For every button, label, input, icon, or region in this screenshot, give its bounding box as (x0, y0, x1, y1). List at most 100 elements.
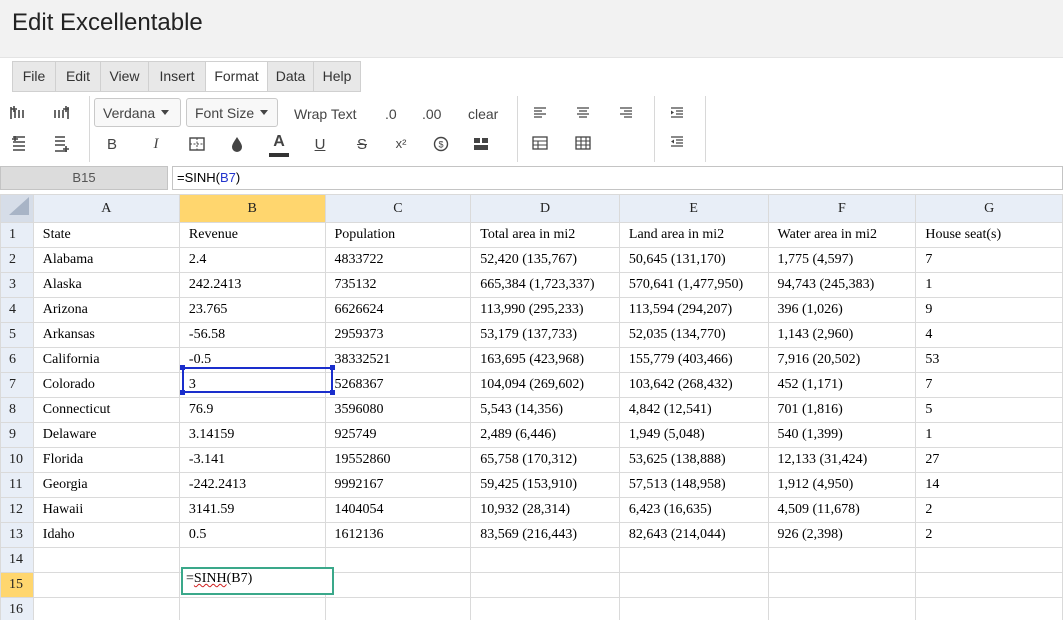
row-header[interactable]: 2 (0, 247, 34, 273)
cell-e8[interactable]: 4,842 (12,541) (618, 397, 769, 423)
cell-a15[interactable] (32, 572, 180, 598)
cell-a1[interactable]: State (32, 222, 180, 248)
cell-b4[interactable]: 23.765 (178, 297, 326, 323)
cell-c10[interactable]: 19552860 (324, 447, 472, 473)
cell-f12[interactable]: 4,509 (11,678) (767, 497, 917, 523)
cell-c13[interactable]: 1612136 (324, 522, 472, 548)
cell-g2[interactable]: 7 (915, 247, 1063, 273)
cell-g13[interactable]: 2 (915, 522, 1063, 548)
cell-c4[interactable]: 6626624 (324, 297, 472, 323)
row-header[interactable]: 14 (0, 547, 34, 573)
cell-d11[interactable]: 59,425 (153,910) (470, 472, 620, 498)
cell-g1[interactable]: House seat(s) (915, 222, 1063, 248)
row-header[interactable]: 12 (0, 497, 34, 523)
cell-b1[interactable]: Revenue (178, 222, 326, 248)
cell-d10[interactable]: 65,758 (170,312) (470, 447, 620, 473)
cell-d13[interactable]: 83,569 (216,443) (470, 522, 620, 548)
insert-row-below-icon[interactable] (50, 135, 72, 153)
currency-icon[interactable]: $ (432, 135, 450, 153)
cell-d5[interactable]: 53,179 (137,733) (470, 322, 620, 348)
cell-g16[interactable] (915, 597, 1063, 620)
cell-a3[interactable]: Alaska (32, 272, 180, 298)
cell-e12[interactable]: 6,423 (16,635) (618, 497, 769, 523)
cell-e4[interactable]: 113,594 (294,207) (618, 297, 769, 323)
cell-e6[interactable]: 155,779 (403,466) (618, 347, 769, 373)
cell-d16[interactable] (470, 597, 620, 620)
cell-a4[interactable]: Arizona (32, 297, 180, 323)
cell-a5[interactable]: Arkansas (32, 322, 180, 348)
row-header[interactable]: 13 (0, 522, 34, 548)
cell-f11[interactable]: 1,912 (4,950) (767, 472, 917, 498)
font-size-dropdown[interactable]: Font Size (186, 98, 278, 127)
cell-f1[interactable]: Water area in mi2 (767, 222, 917, 248)
cell-b9[interactable]: 3.14159 (178, 422, 326, 448)
clear-button[interactable]: clear (468, 106, 498, 122)
cell-c16[interactable] (324, 597, 472, 620)
cell-d14[interactable] (470, 547, 620, 573)
column-header-d[interactable]: D (470, 194, 620, 223)
cell-c5[interactable]: 2959373 (324, 322, 472, 348)
decrease-decimal-button[interactable]: .0 (385, 106, 397, 122)
cell-f4[interactable]: 396 (1,026) (767, 297, 917, 323)
cell-e16[interactable] (618, 597, 769, 620)
grid-icon[interactable] (574, 135, 592, 151)
cell-c8[interactable]: 3596080 (324, 397, 472, 423)
cell-editor[interactable]: =SINH(B7) (181, 567, 334, 595)
cell-b5[interactable]: -56.58 (178, 322, 326, 348)
cell-d12[interactable]: 10,932 (28,314) (470, 497, 620, 523)
align-right-icon[interactable] (617, 106, 635, 120)
cell-f8[interactable]: 701 (1,816) (767, 397, 917, 423)
cell-f9[interactable]: 540 (1,399) (767, 422, 917, 448)
row-header[interactable]: 5 (0, 322, 34, 348)
cell-f14[interactable] (767, 547, 917, 573)
row-header[interactable]: 4 (0, 297, 34, 323)
cell-a16[interactable] (32, 597, 180, 620)
column-header-b[interactable]: B (178, 194, 326, 223)
cell-g5[interactable]: 4 (915, 322, 1063, 348)
cell-g15[interactable] (915, 572, 1063, 598)
cell-a11[interactable]: Georgia (32, 472, 180, 498)
increase-decimal-button[interactable]: .00 (422, 106, 441, 122)
cell-f6[interactable]: 7,916 (20,502) (767, 347, 917, 373)
cell-c14[interactable] (324, 547, 472, 573)
cell-g3[interactable]: 1 (915, 272, 1063, 298)
menu-data[interactable]: Data (268, 62, 314, 91)
row-header[interactable]: 7 (0, 372, 34, 398)
cell-a12[interactable]: Hawaii (32, 497, 180, 523)
cell-b11[interactable]: -242.2413 (178, 472, 326, 498)
menu-format[interactable]: Format (206, 62, 268, 91)
cell-a6[interactable]: California (32, 347, 180, 373)
cell-f16[interactable] (767, 597, 917, 620)
cell-b8[interactable]: 76.9 (178, 397, 326, 423)
cell-b16[interactable] (178, 597, 326, 620)
insert-column-right-icon[interactable] (50, 104, 72, 122)
cell-a10[interactable]: Florida (32, 447, 180, 473)
cell-d15[interactable] (470, 572, 620, 598)
cell-e9[interactable]: 1,949 (5,048) (618, 422, 769, 448)
column-header-f[interactable]: F (767, 194, 917, 223)
row-header[interactable]: 16 (0, 597, 34, 620)
cell-f15[interactable] (767, 572, 917, 598)
cell-d2[interactable]: 52,420 (135,767) (470, 247, 620, 273)
cell-b12[interactable]: 3141.59 (178, 497, 326, 523)
font-color-button[interactable]: A (268, 132, 290, 158)
cell-e10[interactable]: 53,625 (138,888) (618, 447, 769, 473)
cell-b10[interactable]: -3.141 (178, 447, 326, 473)
cell-a7[interactable]: Colorado (32, 372, 180, 398)
cell-c9[interactable]: 925749 (324, 422, 472, 448)
cell-c15[interactable] (324, 572, 472, 598)
formula-input[interactable]: =SINH(B7) (172, 166, 1063, 190)
font-family-dropdown[interactable]: Verdana (94, 98, 181, 127)
cell-f5[interactable]: 1,143 (2,960) (767, 322, 917, 348)
cell-a2[interactable]: Alabama (32, 247, 180, 273)
borders-icon[interactable] (188, 135, 206, 153)
cell-c2[interactable]: 4833722 (324, 247, 472, 273)
cell-g12[interactable]: 2 (915, 497, 1063, 523)
cell-f2[interactable]: 1,775 (4,597) (767, 247, 917, 273)
menu-view[interactable]: View (101, 62, 149, 91)
cell-d4[interactable]: 113,990 (295,233) (470, 297, 620, 323)
align-center-icon[interactable] (574, 106, 592, 120)
cell-c3[interactable]: 735132 (324, 272, 472, 298)
menu-edit[interactable]: Edit (56, 62, 101, 91)
cell-e13[interactable]: 82,643 (214,044) (618, 522, 769, 548)
